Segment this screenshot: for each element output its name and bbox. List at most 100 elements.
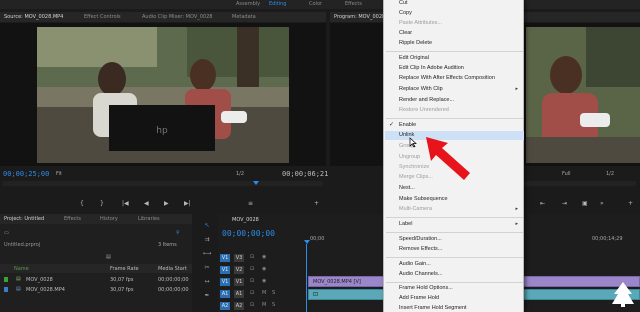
menu-item-render-and-replace[interactable]: Render and Replace... [399, 97, 454, 103]
solo-icon[interactable]: S [272, 302, 275, 308]
menu-item-label[interactable]: Label [399, 221, 412, 227]
program-scale-select[interactable]: 1/2 [606, 171, 614, 177]
track-source-patch[interactable]: V1 [220, 278, 230, 286]
menu-item-speed-duration[interactable]: Speed/Duration... [399, 236, 442, 242]
menu-item-audio-gain[interactable]: Audio Gain... [399, 261, 431, 267]
new-bin-icon[interactable]: ▤ [106, 254, 111, 260]
mute-icon[interactable]: M [262, 290, 266, 296]
workspace-tab-editing[interactable]: Editing [269, 1, 286, 7]
selection-tool-icon[interactable]: ↖ [202, 222, 212, 231]
lock-icon[interactable]: ⊡ [250, 266, 254, 272]
razor-tool-icon[interactable]: ✂ [202, 264, 212, 273]
tab-libraries[interactable]: Libraries [138, 216, 160, 222]
search-icon[interactable]: ⚲ [176, 230, 180, 236]
menu-item-frame-hold-options[interactable]: Frame Hold Options... [399, 285, 453, 291]
column-name[interactable]: Name [14, 266, 29, 272]
menu-item-clear[interactable]: Clear [399, 30, 412, 36]
workspace-tab-effects[interactable]: Effects [345, 1, 362, 7]
track-a1[interactable]: A1 A1 ⊡ M S [218, 289, 306, 299]
tab-history[interactable]: History [100, 216, 118, 222]
tab-source[interactable]: Source: MOV_0028.MP4 [4, 14, 63, 20]
tab-sequence[interactable]: MOV_0028 [232, 217, 259, 223]
solo-icon[interactable]: S [272, 290, 275, 296]
project-row[interactable]: ▤ MOV_0028 30,07 fps 00;00;00;00 [0, 275, 192, 284]
eye-icon[interactable]: ◉ [262, 278, 266, 284]
tab-project[interactable]: Project: Untitled [4, 216, 44, 222]
clip-icon: ▤ [16, 286, 21, 292]
slip-tool-icon[interactable]: ↔ [202, 278, 212, 287]
menu-item-multi-camera[interactable]: Multi-Camera [399, 206, 432, 212]
program-add-button[interactable]: + [628, 200, 633, 207]
source-time-ruler[interactable] [3, 181, 323, 186]
add-button[interactable]: + [314, 200, 319, 207]
lock-icon[interactable]: ⊡ [250, 254, 254, 260]
play-button[interactable]: ▶ [164, 200, 169, 207]
menu-item-enable[interactable]: Enable [399, 122, 416, 128]
program-time-ruler[interactable] [524, 181, 636, 186]
source-fit-select[interactable]: Fit [56, 171, 62, 177]
go-to-in-button[interactable]: |◀ [122, 200, 129, 207]
track-select-tool-icon[interactable]: ⇉ [202, 236, 212, 245]
workspace-tab-assembly[interactable]: Assembly [236, 1, 260, 7]
menu-item-add-frame-hold[interactable]: Add Frame Hold [399, 295, 439, 301]
source-scale-select[interactable]: 1/2 [236, 171, 244, 177]
menu-item-paste-attributes[interactable]: Paste Attributes... [399, 20, 442, 26]
project-row[interactable]: ▤ MOV_0028.MP4 30,07 fps 00;00;00;00 [0, 285, 192, 294]
source-playhead[interactable] [253, 181, 259, 185]
source-monitor[interactable]: hp [0, 23, 326, 166]
program-camera-icon[interactable]: ▣ [582, 200, 588, 207]
track-source-patch[interactable]: A2 [220, 302, 230, 310]
track-v2[interactable]: V1 V2 ⊡ ◉ [218, 265, 306, 275]
menu-item-cut[interactable]: Cut [399, 0, 408, 6]
tab-effect-controls[interactable]: Effect Controls [84, 14, 121, 20]
tab-program[interactable]: Program: MOV_0028 [334, 14, 385, 20]
track-source-patch[interactable]: V1 [220, 266, 230, 274]
track-v1[interactable]: V1 V1 ⊡ ◉ [218, 277, 306, 287]
source-timecode[interactable]: 00;00;25;00 [3, 170, 49, 178]
track-v3[interactable]: V1 V3 ⊡ ◉ [218, 253, 306, 263]
step-forward-button[interactable]: ▶| [184, 200, 191, 207]
program-button-editor-icon[interactable]: » [600, 200, 604, 207]
program-extract-icon[interactable]: ⇥ [562, 200, 567, 207]
eye-icon[interactable]: ◉ [262, 254, 266, 260]
menu-item-edit-in-audition[interactable]: Edit Clip In Adobe Audition [399, 65, 464, 71]
menu-item-ungroup[interactable]: Ungroup [399, 154, 420, 160]
mark-in-button[interactable]: { [80, 200, 84, 207]
lock-icon[interactable]: ⊡ [250, 290, 254, 296]
track-label: V1 [234, 278, 244, 286]
ripple-edit-tool-icon[interactable]: ⟷ [202, 250, 212, 259]
menu-item-copy[interactable]: Copy [399, 10, 412, 16]
program-lift-icon[interactable]: ⇤ [540, 200, 545, 207]
lock-icon[interactable]: ⊡ [250, 278, 254, 284]
column-frame-rate[interactable]: Frame Rate [110, 266, 139, 272]
timeline-timecode[interactable]: 00;00;00;00 [222, 229, 275, 238]
timeline-playhead[interactable] [304, 240, 310, 244]
mute-icon[interactable]: M [262, 302, 266, 308]
menu-item-nest[interactable]: Nest... [399, 185, 415, 191]
checkmark-icon: ✓ [389, 121, 395, 128]
menu-item-make-subsequence[interactable]: Make Subsequence [399, 196, 448, 202]
menu-item-remove-effects[interactable]: Remove Effects... [399, 246, 442, 252]
lock-icon[interactable]: ⊡ [250, 302, 254, 308]
track-source-patch[interactable]: A1 [220, 290, 230, 298]
eye-icon[interactable]: ◉ [262, 266, 266, 272]
track-a2[interactable]: A2 A2 ⊡ M S [218, 301, 306, 311]
menu-item-replace-with-ae[interactable]: Replace With After Effects Composition [399, 75, 495, 81]
step-back-button[interactable]: ◀ [144, 200, 149, 207]
workspace-tab-color[interactable]: Color [309, 1, 322, 7]
menu-item-audio-channels[interactable]: Audio Channels... [399, 271, 442, 277]
pen-tool-icon[interactable]: ✒ [202, 292, 212, 301]
column-media-start[interactable]: Media Start [158, 266, 187, 272]
menu-item-ripple-delete[interactable]: Ripple Delete [399, 40, 432, 46]
tab-metadata[interactable]: Metadata [232, 14, 256, 20]
track-source-patch[interactable]: V1 [220, 254, 230, 262]
menu-item-restore-unrendered[interactable]: Restore Unrendered [399, 107, 449, 113]
tab-effects[interactable]: Effects [64, 216, 81, 222]
menu-item-insert-frame-hold-segment[interactable]: Insert Frame Hold Segment [399, 305, 467, 311]
settings-icon[interactable]: ≡ [248, 200, 253, 207]
menu-item-edit-original[interactable]: Edit Original [399, 55, 429, 61]
mark-out-button[interactable]: } [100, 200, 104, 207]
menu-item-replace-with-clip[interactable]: Replace With Clip [399, 86, 443, 92]
program-fit-select[interactable]: Full [562, 171, 571, 177]
tab-audio-clip-mixer[interactable]: Audio Clip Mixer: MOV_0028 [142, 14, 212, 20]
